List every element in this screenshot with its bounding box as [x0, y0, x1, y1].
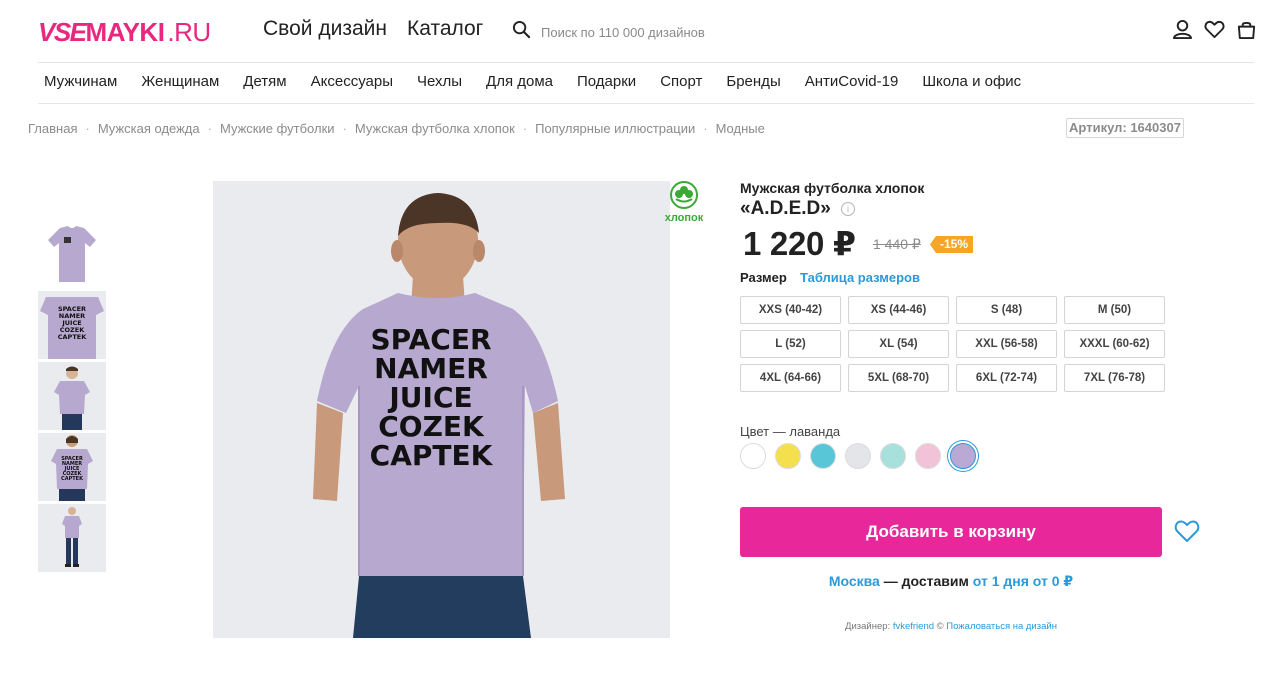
thumbnail-model-front[interactable] [38, 362, 106, 430]
delivery-info: Москва — доставим от 1 дня от 0 ₽ [828, 573, 1074, 589]
breadcrumb-item[interactable]: Модные [716, 121, 765, 136]
nav-item-kids[interactable]: Детям [243, 73, 286, 90]
designer-link[interactable]: fvkefriend [893, 621, 934, 632]
site-header: VSE MAYKI .RU Свой дизайн Каталог [0, 0, 1280, 62]
size-selector: XXS (40-42) XS (44-46) S (48) M (50) L (… [740, 296, 1165, 392]
size-option[interactable]: XXS (40-42) [740, 296, 841, 324]
color-swatch[interactable] [880, 443, 906, 469]
breadcrumb: Главная · Мужская одежда · Мужские футболк… [28, 121, 765, 136]
nav-item-anticovid[interactable]: АнтиCovid-19 [805, 73, 899, 90]
size-option[interactable]: XL (54) [848, 330, 949, 358]
size-option[interactable]: S (48) [956, 296, 1057, 324]
size-table-link[interactable]: Таблица размеров [800, 270, 920, 285]
svg-text:CAPTEK: CAPTEK [370, 439, 494, 472]
category-nav: Мужчинам Женщинам Детям Аксессуары Чехлы… [44, 73, 1021, 90]
delivery-terms-link[interactable]: от 1 дня от 0 ₽ [973, 573, 1073, 589]
svg-text:CAPTEK: CAPTEK [58, 333, 87, 341]
breadcrumb-item[interactable]: Мужская одежда [98, 121, 200, 136]
report-design-link[interactable]: Пожаловаться на дизайн [946, 621, 1057, 632]
cotton-icon [670, 181, 698, 209]
nav-item-cases[interactable]: Чехлы [417, 73, 462, 90]
svg-text:CAPTEK: CAPTEK [61, 476, 84, 482]
size-option[interactable]: 7XL (76-78) [1064, 364, 1165, 392]
thumbnail-model-full[interactable] [38, 504, 106, 572]
nav-item-home[interactable]: Для дома [486, 73, 553, 90]
divider [38, 103, 1254, 104]
nav-item-school-office[interactable]: Школа и офис [922, 73, 1021, 90]
catalog-link[interactable]: Каталог [407, 17, 483, 41]
user-icon[interactable] [1172, 19, 1193, 41]
size-option[interactable]: XXXL (60-62) [1064, 330, 1165, 358]
nav-item-women[interactable]: Женщинам [141, 73, 219, 90]
designer-info: Дизайнер: fvkefriend © Пожаловаться на д… [845, 621, 1057, 632]
size-option[interactable]: 4XL (64-66) [740, 364, 841, 392]
product-type: Мужская футболка хлопок [740, 180, 925, 196]
nav-item-accessories[interactable]: Аксессуары [311, 73, 393, 90]
thumbnail-list: SPACER NAMER JUICE COZEK CAPTEK SPACER NAMER J… [38, 220, 106, 575]
color-swatch[interactable] [845, 443, 871, 469]
search-bar[interactable] [512, 20, 832, 44]
color-swatch[interactable] [915, 443, 941, 469]
product-main-image[interactable]: SPACER NAMER JUICE COZEK CAPTEK [213, 181, 670, 638]
size-option[interactable]: 6XL (72-74) [956, 364, 1057, 392]
size-label: Размер [740, 270, 787, 285]
color-swatch[interactable] [775, 443, 801, 469]
cart-icon[interactable] [1236, 19, 1256, 41]
delivery-city-link[interactable]: Москва [829, 573, 880, 589]
size-option[interactable]: XXL (56-58) [956, 330, 1057, 358]
heart-icon[interactable] [1174, 518, 1200, 544]
product-title: «A.D.E.D» [740, 198, 831, 219]
nav-item-gifts[interactable]: Подарки [577, 73, 636, 90]
nav-item-sport[interactable]: Спорт [660, 73, 702, 90]
size-option[interactable]: XS (44-46) [848, 296, 949, 324]
color-swatch[interactable] [810, 443, 836, 469]
color-selector [740, 443, 976, 469]
own-design-link[interactable]: Свой дизайн [263, 17, 387, 41]
breadcrumb-item[interactable]: Мужские футболки [220, 121, 335, 136]
divider [38, 62, 1254, 63]
heart-icon[interactable] [1204, 19, 1225, 41]
color-label: Цвет — лаванда [740, 424, 841, 439]
search-icon[interactable] [512, 20, 531, 44]
size-option[interactable]: L (52) [740, 330, 841, 358]
size-option[interactable]: 5XL (68-70) [848, 364, 949, 392]
current-price: 1 220 ₽ [743, 225, 856, 262]
thumbnail-model-back[interactable]: SPACER NAMER JUICE COZEK CAPTEK [38, 433, 106, 501]
nav-item-brands[interactable]: Бренды [726, 73, 780, 90]
color-swatch[interactable] [740, 443, 766, 469]
thumbnail-front[interactable] [38, 220, 106, 288]
info-icon[interactable]: i [841, 202, 855, 216]
thumbnail-back-closeup[interactable]: SPACER NAMER JUICE COZEK CAPTEK [38, 291, 106, 359]
discount-badge: -15% [930, 236, 974, 253]
breadcrumb-item[interactable]: Популярные иллюстрации [535, 121, 695, 136]
breadcrumb-item[interactable]: Мужская футболка хлопок [355, 121, 515, 136]
color-swatch[interactable] [950, 443, 976, 469]
site-logo[interactable]: VSE MAYKI .RU [38, 17, 211, 47]
size-option[interactable]: M (50) [1064, 296, 1165, 324]
article-number: Артикул: 1640307 [1066, 118, 1184, 138]
add-to-cart-button[interactable]: Добавить в корзину [740, 507, 1162, 557]
search-input[interactable] [541, 24, 821, 40]
cotton-badge: хлопок [662, 180, 706, 224]
nav-item-men[interactable]: Мужчинам [44, 73, 117, 90]
breadcrumb-item[interactable]: Главная [28, 121, 77, 136]
old-price: 1 440 ₽ [873, 236, 921, 252]
